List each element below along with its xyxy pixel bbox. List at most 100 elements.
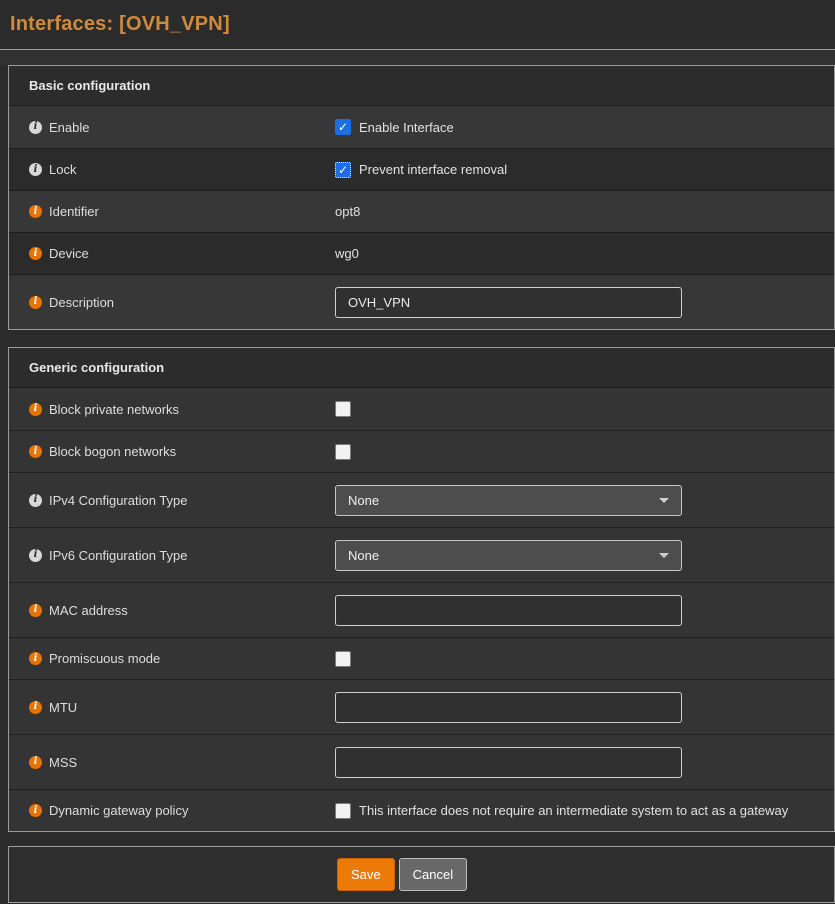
value-cell (335, 595, 834, 626)
chevron-down-icon (659, 553, 669, 558)
field-label: Dynamic gateway policy (49, 803, 188, 818)
form-row-description: i Description (9, 274, 834, 329)
promiscuous-mode-checkbox[interactable] (335, 651, 351, 667)
select-value: None (348, 548, 379, 563)
field-label: Promiscuous mode (49, 651, 160, 666)
value-cell: Enable Interface (335, 119, 834, 135)
ipv6-configuration-type-select[interactable]: None (335, 540, 682, 571)
form-row-mac-address: i MAC address (9, 582, 834, 637)
form-row-block-private-networks: i Block private networks (9, 388, 834, 430)
form-row-enable: i Enable Enable Interface (9, 106, 834, 148)
label-cell: i Dynamic gateway policy (9, 803, 335, 818)
header-divider-band (0, 49, 835, 65)
field-label: Block private networks (49, 402, 179, 417)
label-cell: i Block bogon networks (9, 444, 335, 459)
value-cell: This interface does not require an inter… (335, 803, 834, 819)
field-label: Block bogon networks (49, 444, 176, 459)
info-icon[interactable]: i (29, 604, 42, 617)
form-row-mtu: i MTU (9, 679, 834, 734)
form-row-mss: i MSS (9, 734, 834, 789)
form-row-ipv4-configuration-type: i IPv4 Configuration Type None (9, 472, 834, 527)
field-label: MAC address (49, 603, 128, 618)
block-bogon-networks-checkbox[interactable] (335, 444, 351, 460)
select-value: None (348, 493, 379, 508)
label-cell: i Lock (9, 162, 335, 177)
save-button[interactable]: Save (337, 858, 395, 891)
info-icon[interactable]: i (29, 756, 42, 769)
label-cell: i MSS (9, 755, 335, 770)
panel-basic-rows: i Enable Enable Interface i Lock Prevent inte… (9, 106, 834, 329)
form-row-ipv6-configuration-type: iIPv6 Configuration Type None (9, 527, 834, 582)
page-title: Interfaces: [OVH_VPN] (10, 13, 230, 36)
label-cell: i Device (9, 246, 335, 261)
panel-basic-configuration: Basic configuration i Enable Enable Interf… (8, 65, 835, 330)
value-cell (335, 747, 834, 778)
label-cell: i Block private networks (9, 402, 335, 417)
identifier-value: opt8 (335, 204, 360, 219)
label-cell: i Description (9, 295, 335, 310)
field-label: MSS (49, 755, 77, 770)
info-icon[interactable]: i (29, 121, 42, 134)
value-cell (335, 651, 834, 667)
form-row-block-bogon-networks: i Block bogon networks (9, 430, 834, 472)
value-cell (335, 444, 834, 460)
field-label: Device (49, 246, 89, 261)
value-cell: None (335, 485, 834, 516)
value-cell: Prevent interface removal (335, 162, 834, 178)
form-row-lock: i Lock Prevent interface removal (9, 148, 834, 190)
mtu-input[interactable] (335, 692, 682, 723)
field-label: MTU (49, 700, 77, 715)
label-cell: i IPv4 Configuration Type (9, 493, 335, 508)
field-label: Identifier (49, 204, 99, 219)
label-cell: iIPv6 Configuration Type (9, 548, 335, 563)
value-cell: opt8 (335, 204, 834, 219)
field-label: Lock (49, 162, 76, 177)
enable-checkbox[interactable] (335, 119, 351, 135)
page-header: Interfaces: [OVH_VPN] (0, 0, 835, 49)
ipv4-configuration-type-select[interactable]: None (335, 485, 682, 516)
info-icon[interactable]: i (29, 247, 42, 260)
info-icon[interactable]: i (29, 205, 42, 218)
lock-checkbox[interactable] (335, 162, 351, 178)
field-label: Description (49, 295, 114, 310)
form-row-device: i Device wg0 (9, 232, 834, 274)
dynamic-gateway-policy-checkbox[interactable] (335, 803, 351, 819)
info-icon[interactable]: i (29, 403, 42, 416)
form-row-identifier: i Identifier opt8 (9, 190, 834, 232)
checkbox-label[interactable]: This interface does not require an inter… (359, 803, 788, 818)
panel-basic-title: Basic configuration (9, 66, 834, 106)
info-icon[interactable]: i (29, 549, 42, 562)
label-cell: i MAC address (9, 603, 335, 618)
mac-address-input[interactable] (335, 595, 682, 626)
block-private-networks-checkbox[interactable] (335, 401, 351, 417)
info-icon[interactable]: i (29, 652, 42, 665)
info-icon[interactable]: i (29, 296, 42, 309)
checkbox-label[interactable]: Prevent interface removal (359, 162, 507, 177)
actions-panel: Save Cancel (8, 846, 835, 903)
panel-generic-rows: i Block private networks i Block bogon netw… (9, 388, 834, 831)
chevron-down-icon (659, 498, 669, 503)
info-icon[interactable]: i (29, 163, 42, 176)
value-cell (335, 692, 834, 723)
label-cell: i MTU (9, 700, 335, 715)
value-cell: None (335, 540, 834, 571)
label-cell: i Promiscuous mode (9, 651, 335, 666)
label-cell: i Enable (9, 120, 335, 135)
info-icon[interactable]: i (29, 701, 42, 714)
info-icon[interactable]: i (29, 494, 42, 507)
cancel-button[interactable]: Cancel (399, 858, 467, 891)
content-area: Basic configuration i Enable Enable Interf… (0, 65, 835, 903)
panel-generic-title: Generic configuration (9, 348, 834, 388)
info-icon[interactable]: i (29, 804, 42, 817)
checkbox-label[interactable]: Enable Interface (359, 120, 454, 135)
info-icon[interactable]: i (29, 445, 42, 458)
field-label: IPv4 Configuration Type (49, 493, 188, 508)
field-label: Enable (49, 120, 89, 135)
value-cell (335, 401, 834, 417)
description-input[interactable] (335, 287, 682, 318)
label-cell: i Identifier (9, 204, 335, 219)
panel-generic-configuration: Generic configuration i Block private net… (8, 347, 835, 832)
form-row-dynamic-gateway-policy: i Dynamic gateway policy This interface do… (9, 789, 834, 831)
device-value: wg0 (335, 246, 359, 261)
mss-input[interactable] (335, 747, 682, 778)
